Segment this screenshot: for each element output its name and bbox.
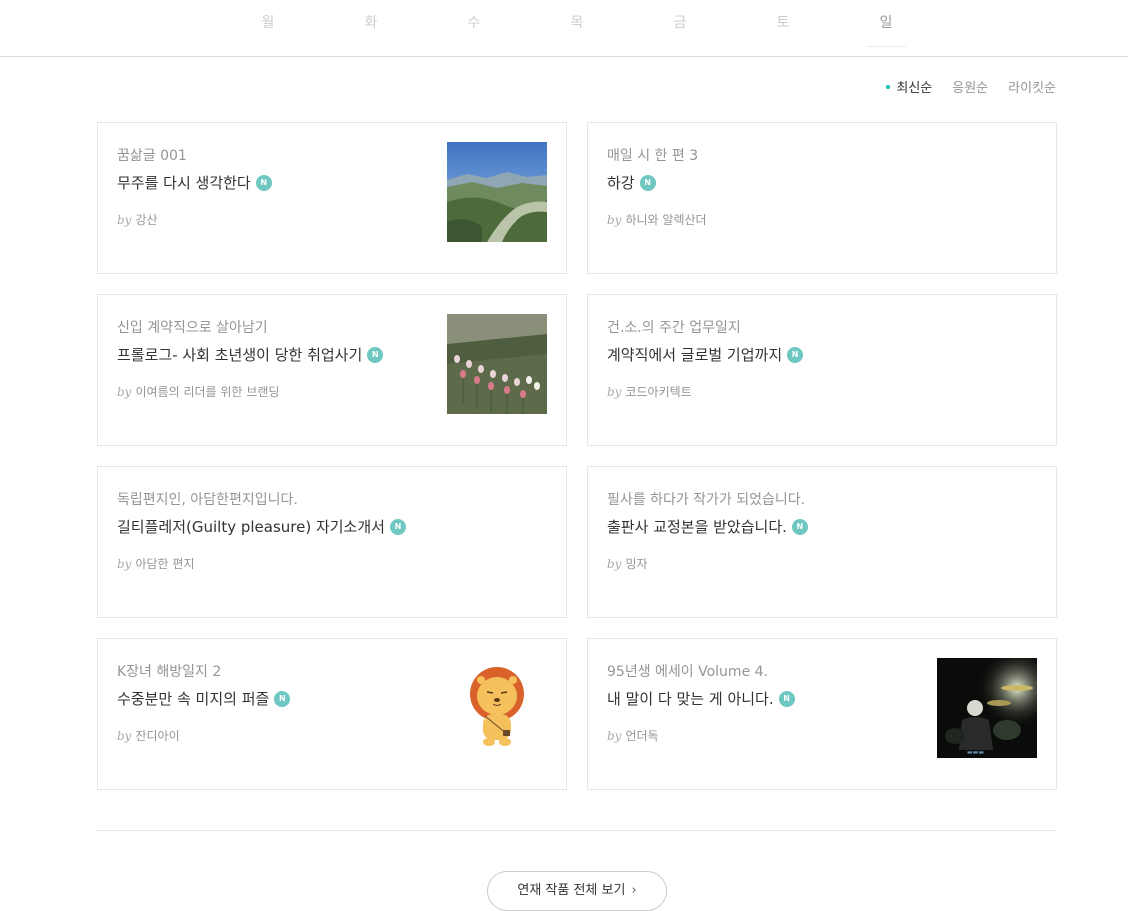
by-label: by (607, 557, 622, 571)
article-title-text: 수중분만 속 미지의 퍼즐 (117, 690, 270, 708)
article-author: by 밍자 (607, 555, 648, 572)
by-label: by (117, 729, 132, 743)
article-card[interactable]: 신입 계약직으로 살아남기 프롤로그- 사회 초년생이 당한 취업사기 N by… (97, 294, 567, 446)
tab-fri[interactable]: 금 (660, 14, 700, 47)
article-title: 길티플레저(Guilty pleasure) 자기소개서 N (117, 516, 406, 537)
day-tabs: 월 화 수 목 금 토 일 (0, 0, 1128, 57)
author-name: 잔디아이 (135, 729, 180, 743)
magazine-name: 신입 계약직으로 살아남기 (117, 320, 268, 336)
lion-thumbnail (447, 658, 547, 758)
author-name: 하니와 알렉산더 (625, 213, 707, 227)
tab-thu[interactable]: 목 (557, 14, 597, 47)
sort-likes[interactable]: 라이킷순 (1008, 77, 1056, 96)
tab-mon[interactable]: 월 (248, 14, 288, 47)
article-title: 무주를 다시 생각한다 N (117, 172, 272, 193)
magazine-name: 건.소.의 주간 업무일지 (607, 320, 741, 336)
magazine-name: K장녀 해방일지 2 (117, 664, 222, 680)
svg-text:▬▬▬: ▬▬▬ (967, 749, 984, 756)
by-label: by (607, 213, 622, 227)
article-author: by 언더독 (607, 727, 659, 744)
article-title-text: 무주를 다시 생각한다 (117, 174, 251, 192)
sort-latest[interactable]: 최신순 (886, 77, 932, 96)
magazine-name: 꿈삶글 001 (117, 148, 187, 164)
article-author: by 잔디아이 (117, 727, 180, 744)
article-title: 내 말이 다 맞는 게 아니다. N (607, 688, 795, 709)
article-title-text: 프롤로그- 사회 초년생이 당한 취업사기 (117, 346, 363, 364)
landscape-photo-icon (447, 142, 547, 242)
by-label: by (117, 557, 132, 571)
new-badge-icon: N (787, 346, 804, 363)
article-author: by 하니와 알렉산더 (607, 211, 707, 228)
article-card[interactable]: 꿈삶글 001 무주를 다시 생각한다 N by 강산 (97, 122, 567, 274)
sort-cheers[interactable]: 응원순 (952, 77, 988, 96)
author-name: 언더독 (625, 729, 659, 743)
landscape-thumbnail (447, 142, 547, 242)
article-card[interactable]: 독립편지인, 아담한편지입니다. 길티플레저(Guilty pleasure) … (97, 466, 567, 618)
view-all-series-button[interactable]: 연재 작품 전체 보기 › (487, 871, 667, 911)
article-card[interactable]: 필사를 하다가 작가가 되었습니다. 출판사 교정본을 받았습니다. N by 밍… (587, 466, 1057, 618)
article-title-text: 출판사 교정본을 받았습니다. (607, 518, 787, 536)
article-title-text: 계약직에서 글로벌 기업까지 (607, 346, 783, 364)
author-name: 이여름의 리더를 위한 브랜딩 (135, 385, 280, 399)
tab-sun[interactable]: 일 (866, 14, 906, 47)
view-all-label: 연재 작품 전체 보기 (517, 883, 626, 898)
author-name: 밍자 (625, 557, 648, 571)
article-title: 하강 N (607, 172, 656, 193)
by-label: by (117, 213, 132, 227)
article-card[interactable]: 건.소.의 주간 업무일지 계약직에서 글로벌 기업까지 N by 코드아키텍트 (587, 294, 1057, 446)
article-title: 계약직에서 글로벌 기업까지 N (607, 344, 804, 365)
article-author: by 이여름의 리더를 위한 브랜딩 (117, 383, 279, 400)
article-title-text: 내 말이 다 맞는 게 아니다. (607, 690, 774, 708)
new-badge-icon: N (274, 690, 291, 707)
new-badge-icon: N (367, 346, 384, 363)
lion-character-icon (447, 658, 547, 758)
tab-sat[interactable]: 토 (763, 14, 803, 47)
article-title-text: 길티플레저(Guilty pleasure) 자기소개서 (117, 518, 385, 536)
sort-options: 최신순 응원순 라이킷순 (886, 77, 1056, 96)
section-divider (97, 830, 1057, 831)
tab-wed[interactable]: 수 (454, 14, 494, 47)
by-label: by (607, 729, 622, 743)
article-title: 수중분만 속 미지의 퍼즐 N (117, 688, 291, 709)
article-card[interactable]: 매일 시 한 편 3 하강 N by 하니와 알렉산더 (587, 122, 1057, 274)
article-title: 프롤로그- 사회 초년생이 당한 취업사기 N (117, 344, 384, 365)
magazine-name: 필사를 하다가 작가가 되었습니다. (607, 492, 806, 508)
article-title-text: 하강 (607, 174, 635, 192)
article-card[interactable]: K장녀 해방일지 2 수중분만 속 미지의 퍼즐 N by 잔디아이 (97, 638, 567, 790)
magazine-name: 95년생 에세이 Volume 4. (607, 664, 768, 680)
tab-tue[interactable]: 화 (351, 14, 391, 47)
author-name: 아담한 편지 (135, 557, 195, 571)
new-badge-icon: N (389, 518, 406, 535)
new-badge-icon: N (791, 518, 808, 535)
article-card[interactable]: 95년생 에세이 Volume 4. 내 말이 다 맞는 게 아니다. N by… (587, 638, 1057, 790)
article-author: by 아담한 편지 (117, 555, 194, 572)
drummer-photo-icon: ▬▬▬ (937, 658, 1037, 758)
by-label: by (117, 385, 132, 399)
magazine-name: 독립편지인, 아담한편지입니다. (117, 492, 298, 508)
new-badge-icon: N (255, 174, 272, 191)
article-title: 출판사 교정본을 받았습니다. N (607, 516, 808, 537)
author-name: 코드아키텍트 (625, 385, 692, 399)
by-label: by (607, 385, 622, 399)
chevron-right-icon: › (631, 883, 637, 898)
drummer-thumbnail: ▬▬▬ (937, 658, 1037, 758)
magazine-name: 매일 시 한 편 3 (607, 148, 699, 164)
article-author: by 강산 (117, 211, 158, 228)
article-author: by 코드아키텍트 (607, 383, 692, 400)
author-name: 강산 (135, 213, 158, 227)
new-badge-icon: N (639, 174, 656, 191)
new-badge-icon: N (778, 690, 795, 707)
tulip-thumbnail (447, 314, 547, 414)
tulip-photo-icon (447, 314, 547, 414)
